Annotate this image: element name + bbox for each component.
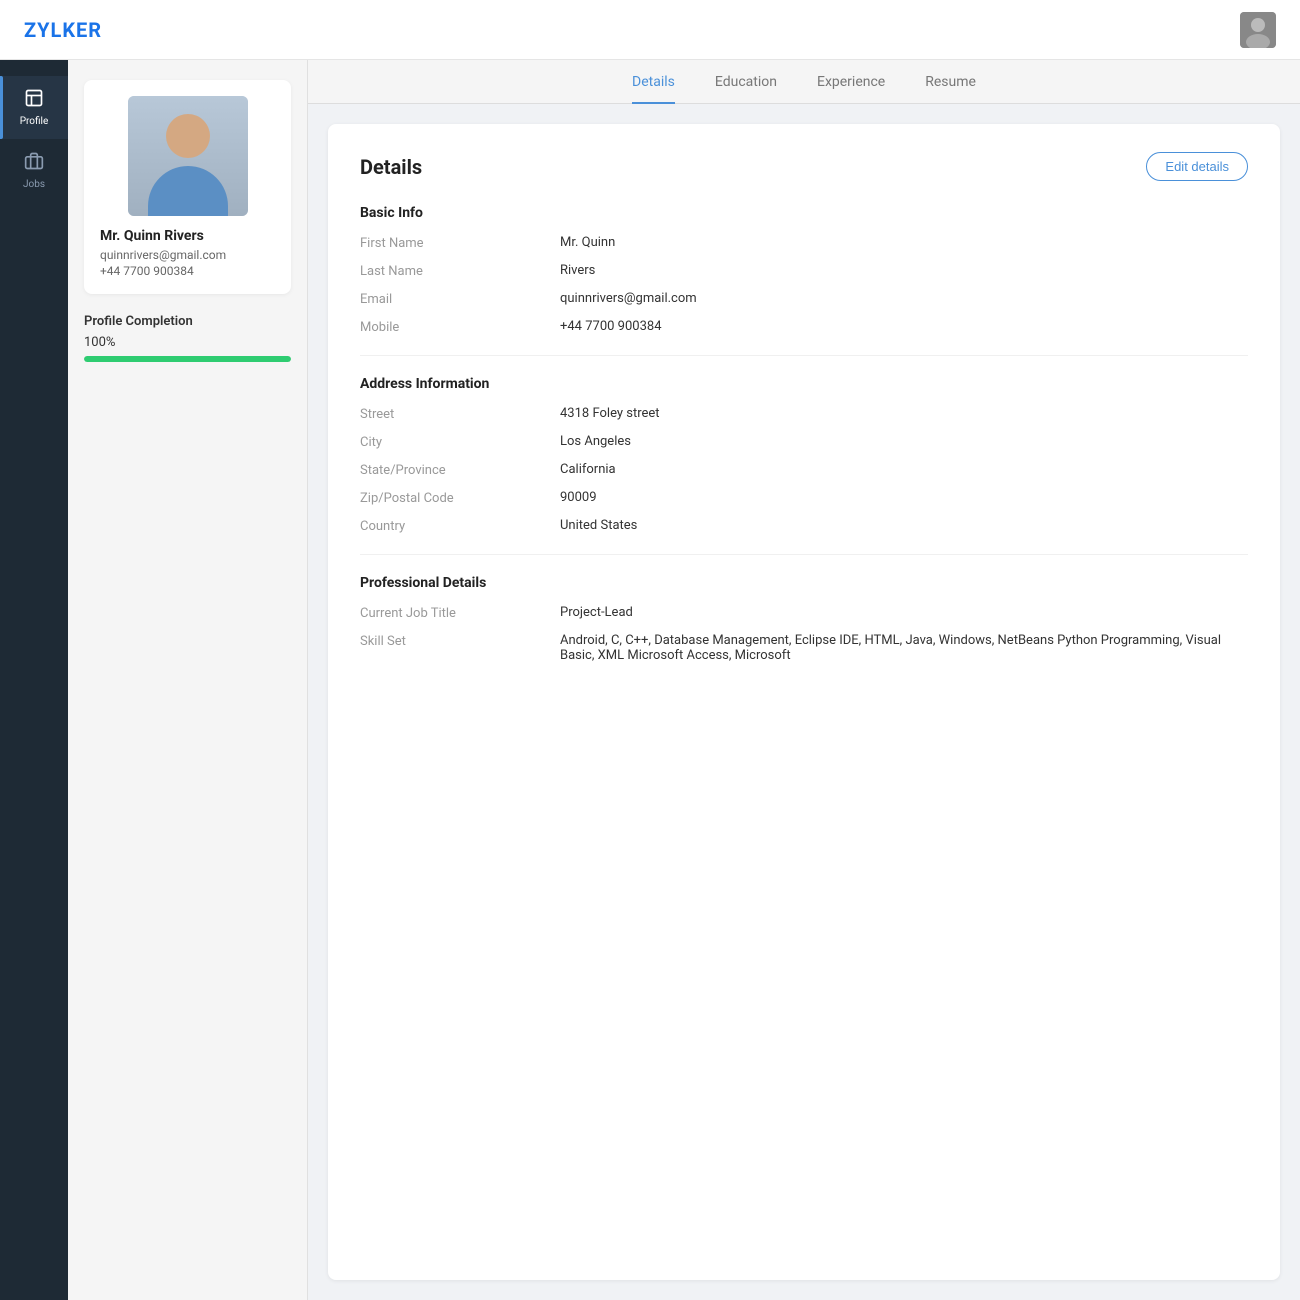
value-jobtitle: Project-Lead [560, 605, 1248, 620]
value-skills: Android, C, C++, Database Management, Ec… [560, 633, 1248, 663]
jobs-icon [24, 151, 44, 175]
label-skills: Skill Set [360, 633, 560, 649]
value-lastname: Rivers [560, 263, 1248, 278]
basic-info-title: Basic Info [360, 205, 1248, 221]
photo-head [166, 114, 210, 158]
photo-body [148, 166, 228, 216]
basic-info-row-email: Email quinnrivers@gmail.com [360, 291, 1248, 307]
photo-simulation [128, 96, 248, 216]
label-firstname: First Name [360, 235, 560, 251]
tab-resume[interactable]: Resume [925, 74, 976, 104]
profile-email: quinnrivers@gmail.com [100, 248, 275, 262]
value-email: quinnrivers@gmail.com [560, 291, 1248, 306]
label-city: City [360, 434, 560, 450]
divider-2 [360, 554, 1248, 555]
profile-photo [128, 96, 248, 216]
edit-details-button[interactable]: Edit details [1146, 152, 1248, 181]
basic-info-row-mobile: Mobile +44 7700 900384 [360, 319, 1248, 335]
professional-title: Professional Details [360, 575, 1248, 591]
value-mobile: +44 7700 900384 [560, 319, 1248, 334]
tab-education[interactable]: Education [715, 74, 777, 104]
top-header: ZYLKER [0, 0, 1300, 60]
label-email: Email [360, 291, 560, 307]
completion-section: Profile Completion 100% [84, 314, 291, 362]
sidebar-profile-label: Profile [20, 116, 49, 127]
tab-experience[interactable]: Experience [817, 74, 885, 104]
left-panel: Mr. Quinn Rivers quinnrivers@gmail.com +… [68, 60, 308, 1300]
address-row-country: Country United States [360, 518, 1248, 534]
address-row-zip: Zip/Postal Code 90009 [360, 490, 1248, 506]
progress-bar [84, 356, 291, 362]
sidebar-item-profile[interactable]: Profile [0, 76, 68, 139]
header-avatar-image [1240, 12, 1276, 48]
completion-title: Profile Completion [84, 314, 291, 329]
label-zip: Zip/Postal Code [360, 490, 560, 506]
address-row-city: City Los Angeles [360, 434, 1248, 450]
tab-details[interactable]: Details [632, 74, 675, 104]
header-avatar[interactable] [1240, 12, 1276, 48]
address-info-title: Address Information [360, 376, 1248, 392]
professional-row-jobtitle: Current Job Title Project-Lead [360, 605, 1248, 621]
value-city: Los Angeles [560, 434, 1248, 449]
profile-card: Mr. Quinn Rivers quinnrivers@gmail.com +… [84, 80, 291, 294]
sidebar-item-jobs[interactable]: Jobs [0, 139, 68, 202]
progress-fill [84, 356, 291, 362]
value-firstname: Mr. Quinn [560, 235, 1248, 250]
address-row-street: Street 4318 Foley street [360, 406, 1248, 422]
profile-icon [24, 88, 44, 112]
address-row-state: State/Province California [360, 462, 1248, 478]
divider-1 [360, 355, 1248, 356]
label-street: Street [360, 406, 560, 422]
label-lastname: Last Name [360, 263, 560, 279]
main-layout: Profile Jobs Mr. Quinn Rivers quinn [0, 60, 1300, 1300]
app-logo: ZYLKER [24, 18, 102, 42]
profile-phone: +44 7700 900384 [100, 264, 275, 278]
content-area: Details Education Experience Resume Deta… [308, 60, 1300, 1300]
label-state: State/Province [360, 462, 560, 478]
label-mobile: Mobile [360, 319, 560, 335]
value-state: California [560, 462, 1248, 477]
label-jobtitle: Current Job Title [360, 605, 560, 621]
label-country: Country [360, 518, 560, 534]
completion-percentage: 100% [84, 335, 291, 350]
value-zip: 90009 [560, 490, 1248, 505]
details-header: Details Edit details [360, 152, 1248, 181]
basic-info-row-firstname: First Name Mr. Quinn [360, 235, 1248, 251]
professional-row-skills: Skill Set Android, C, C++, Database Mana… [360, 633, 1248, 663]
details-title: Details [360, 155, 422, 179]
sidebar: Profile Jobs [0, 60, 68, 1300]
tabs-bar: Details Education Experience Resume [308, 60, 1300, 104]
sidebar-jobs-label: Jobs [23, 179, 45, 190]
basic-info-row-lastname: Last Name Rivers [360, 263, 1248, 279]
details-panel: Details Edit details Basic Info First Na… [328, 124, 1280, 1280]
value-country: United States [560, 518, 1248, 533]
profile-name: Mr. Quinn Rivers [100, 228, 275, 244]
value-street: 4318 Foley street [560, 406, 1248, 421]
